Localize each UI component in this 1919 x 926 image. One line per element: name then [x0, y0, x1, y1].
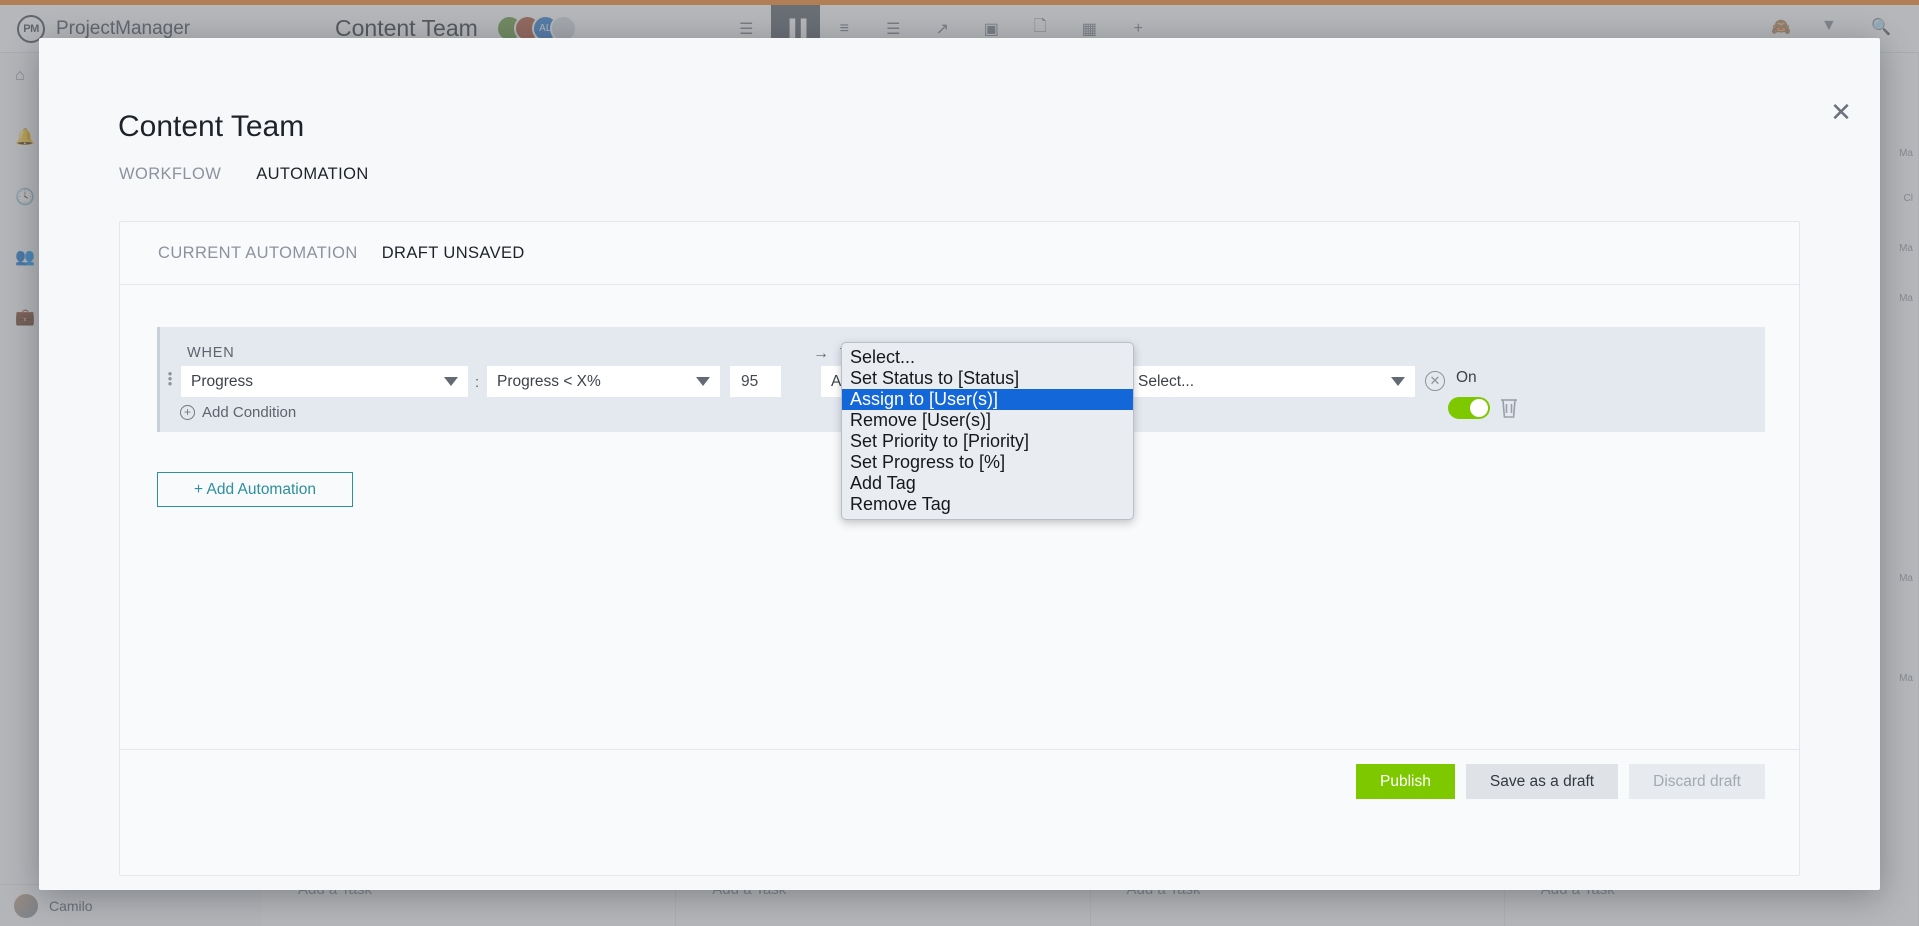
toggle-knob: [1470, 399, 1488, 417]
threshold-input[interactable]: 95: [730, 366, 781, 397]
panel-tabs: CURRENT AUTOMATION DRAFT UNSAVED: [120, 222, 1799, 285]
panel-body: ••• WHEN → THEN Progress : Progress < X%…: [120, 285, 1799, 813]
clear-circle-icon[interactable]: ✕: [1425, 371, 1445, 391]
dropdown-option[interactable]: Add Tag: [842, 473, 1133, 494]
condition-select-value: Progress < X%: [497, 372, 601, 390]
drag-handle-icon[interactable]: • • •: [166, 367, 174, 390]
dropdown-option[interactable]: Remove Tag: [842, 494, 1133, 515]
automation-panel: CURRENT AUTOMATION DRAFT UNSAVED • • • WHE…: [119, 221, 1800, 876]
tab-workflow[interactable]: WORKFLOW: [119, 165, 221, 186]
add-automation-button[interactable]: + Add Automation: [157, 472, 353, 507]
arrow-right-icon: →: [813, 345, 830, 362]
save-as-draft-button[interactable]: Save as a draft: [1465, 764, 1619, 799]
add-condition-label: Add Condition: [202, 404, 297, 421]
trigger-select[interactable]: Progress: [181, 366, 468, 397]
chevron-down-icon: [696, 377, 710, 386]
action-target-value: Select...: [1138, 372, 1194, 390]
plus-circle-icon: +: [180, 405, 195, 420]
condition-select[interactable]: Progress < X%: [487, 366, 720, 397]
discard-draft-button[interactable]: Discard draft: [1629, 764, 1765, 799]
action-dropdown-list[interactable]: Select... Set Status to [Status] Assign …: [841, 342, 1134, 520]
separator-colon: :: [475, 374, 480, 391]
action-target-select[interactable]: Select...: [1128, 366, 1415, 397]
publish-button[interactable]: Publish: [1356, 764, 1455, 799]
dropdown-option[interactable]: Set Progress to [%]: [842, 452, 1133, 473]
add-condition-button[interactable]: + Add Condition: [180, 404, 296, 421]
page-title: Content Team: [118, 110, 305, 143]
panel-footer: Publish Save as a draft Discard draft: [120, 749, 1799, 813]
chevron-down-icon: [1391, 377, 1405, 386]
tab-current-automation[interactable]: CURRENT AUTOMATION: [158, 244, 358, 263]
modal-tabs: WORKFLOW AUTOMATION: [119, 165, 369, 186]
dropdown-option-selected[interactable]: Assign to [User(s)]: [842, 389, 1133, 410]
chevron-down-icon: [444, 377, 458, 386]
dropdown-option[interactable]: Remove [User(s)]: [842, 410, 1133, 431]
tab-automation[interactable]: AUTOMATION: [256, 165, 368, 186]
dropdown-option[interactable]: Set Priority to [Priority]: [842, 431, 1133, 452]
toggle-label: On: [1456, 369, 1477, 386]
tab-draft-unsaved[interactable]: DRAFT UNSAVED: [382, 244, 525, 263]
automation-modal: ✕ Content Team WORKFLOW AUTOMATION CURRE…: [39, 38, 1880, 890]
dropdown-option[interactable]: Select...: [842, 347, 1133, 368]
trigger-select-value: Progress: [191, 372, 254, 390]
dropdown-option[interactable]: Set Status to [Status]: [842, 368, 1133, 389]
rule-enable-toggle[interactable]: [1448, 397, 1490, 419]
trash-icon[interactable]: [1497, 394, 1521, 420]
close-icon[interactable]: ✕: [1827, 98, 1855, 126]
when-label: WHEN: [187, 345, 235, 361]
